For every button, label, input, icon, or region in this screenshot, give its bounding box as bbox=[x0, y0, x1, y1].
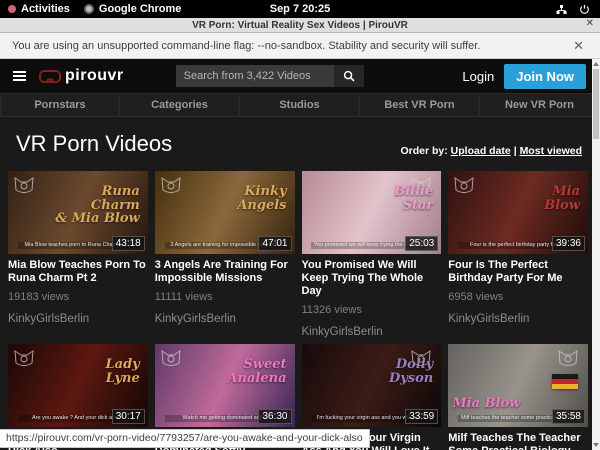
site-header: pirouvr Login Join Now bbox=[0, 59, 600, 93]
studio-logo-icon bbox=[557, 348, 579, 371]
order-most-viewed-link[interactable]: Most viewed bbox=[520, 145, 582, 157]
order-upload-date-link[interactable]: Upload date bbox=[451, 145, 511, 157]
studio-logo-icon bbox=[160, 348, 182, 371]
video-card[interactable]: Mia Blow Four is the perfect birthday pa… bbox=[448, 171, 588, 338]
duration-badge: 35:58 bbox=[552, 409, 585, 424]
video-thumbnail[interactable]: Lady Lyne Are you awake ? And your dick … bbox=[8, 344, 148, 427]
thumbnail-overlay-name: Mia Blow bbox=[452, 397, 520, 411]
thumbnail-overlay-name: Lady Lyne bbox=[106, 358, 140, 385]
video-card[interactable]: Billie Star You promised we will keep tr… bbox=[302, 171, 442, 338]
video-studio-link[interactable]: KinkyGirlsBerlin bbox=[155, 313, 295, 325]
power-icon[interactable] bbox=[579, 4, 590, 15]
thumbnail-overlay-name: Billie Star bbox=[394, 185, 433, 212]
app-menu-button[interactable]: Google Chrome bbox=[84, 3, 182, 15]
search-icon bbox=[343, 70, 355, 82]
video-thumbnail[interactable]: Runa Charm & Mia Blow Mia Blow teaches p… bbox=[8, 171, 148, 254]
video-studio-link[interactable]: KinkyGirlsBerlin bbox=[448, 313, 588, 325]
video-thumbnail[interactable]: Mia Blow Milf teaches the teacher some p… bbox=[448, 344, 588, 427]
video-views: 19183 views bbox=[8, 291, 148, 303]
thumbnail-overlay-name: Kinky Angels bbox=[237, 185, 286, 212]
video-grid: Runa Charm & Mia Blow Mia Blow teaches p… bbox=[0, 169, 600, 450]
video-title[interactable]: 3 Angels Are Training For Impossible Mis… bbox=[155, 259, 295, 285]
activities-button[interactable]: Activities bbox=[8, 3, 70, 15]
vertical-scrollbar[interactable] bbox=[592, 59, 600, 450]
video-thumbnail[interactable]: Mia Blow Four is the perfect birthday pa… bbox=[448, 171, 588, 254]
video-title[interactable]: Milf Teaches The Teacher Some Practical … bbox=[448, 432, 588, 450]
login-link[interactable]: Login bbox=[462, 69, 494, 84]
window-title: VR Porn: Virtual Reality Sex Videos | Pi… bbox=[0, 20, 600, 31]
menu-hamburger-icon[interactable] bbox=[10, 68, 29, 84]
warning-close-icon[interactable]: ✕ bbox=[569, 38, 588, 54]
studio-logo-icon bbox=[160, 175, 182, 198]
video-title[interactable]: Mia Blow Teaches Porn To Runa Charm Pt 2 bbox=[8, 259, 148, 285]
duration-badge: 33:59 bbox=[405, 409, 438, 424]
video-thumbnail[interactable]: Kinky Angels 3 Angels are training for i… bbox=[155, 171, 295, 254]
nav-studios[interactable]: Studios bbox=[240, 93, 360, 117]
scrollbar-up-icon[interactable] bbox=[593, 62, 599, 66]
browser-viewport: pirouvr Login Join Now Pornstars Categor… bbox=[0, 59, 600, 450]
search-input[interactable] bbox=[176, 65, 334, 87]
site-logo-text: pirouvr bbox=[65, 67, 124, 85]
duration-badge: 36:30 bbox=[258, 409, 291, 424]
thumbnail-overlay-name: Runa Charm & Mia Blow bbox=[55, 185, 139, 226]
thumbnail-overlay-name: Dolly Dyson bbox=[389, 358, 433, 385]
scrollbar-thumb[interactable] bbox=[593, 69, 599, 139]
activities-label: Activities bbox=[21, 3, 70, 15]
thumbnail-overlay-name: Sweet Analena bbox=[227, 358, 286, 385]
german-flag-icon bbox=[552, 374, 578, 389]
window-close-icon[interactable]: ✕ bbox=[586, 18, 594, 29]
main-nav: Pornstars Categories Studios Best VR Por… bbox=[0, 93, 600, 117]
vr-goggles-icon bbox=[39, 70, 61, 83]
network-icon[interactable] bbox=[556, 4, 567, 15]
duration-badge: 25:03 bbox=[405, 236, 438, 251]
order-by: Order by: Upload date | Most viewed bbox=[400, 145, 582, 157]
recording-indicator-icon bbox=[8, 5, 16, 13]
duration-badge: 43:18 bbox=[112, 236, 145, 251]
video-views: 11111 views bbox=[155, 291, 295, 303]
video-views: 6958 views bbox=[448, 291, 588, 303]
video-views: 11326 views bbox=[302, 304, 442, 316]
scrollbar-down-icon[interactable] bbox=[593, 443, 599, 447]
chrome-icon bbox=[84, 4, 94, 14]
join-now-button[interactable]: Join Now bbox=[504, 64, 586, 89]
video-card[interactable]: Kinky Angels 3 Angels are training for i… bbox=[155, 171, 295, 338]
window-titlebar[interactable]: VR Porn: Virtual Reality Sex Videos | Pi… bbox=[0, 18, 600, 33]
video-thumbnail[interactable]: Sweet Analena Watch me getting dominated… bbox=[155, 344, 295, 427]
search-button[interactable] bbox=[334, 65, 364, 87]
order-by-label: Order by: bbox=[400, 145, 447, 157]
chrome-warning-bar: You are using an unsupported command-lin… bbox=[0, 33, 600, 59]
video-card[interactable]: Mia Blow Milf teaches the teacher some p… bbox=[448, 344, 588, 450]
duration-badge: 39:36 bbox=[552, 236, 585, 251]
clock[interactable]: Sep 7 20:25 bbox=[270, 3, 331, 15]
nav-best-vr-porn[interactable]: Best VR Porn bbox=[360, 93, 480, 117]
nav-pornstars[interactable]: Pornstars bbox=[0, 93, 120, 117]
studio-logo-icon bbox=[13, 348, 35, 371]
nav-categories[interactable]: Categories bbox=[120, 93, 240, 117]
warning-message: You are using an unsupported command-lin… bbox=[12, 40, 480, 52]
page-title: VR Porn Videos bbox=[16, 131, 172, 157]
search-bar bbox=[176, 65, 364, 87]
order-separator: | bbox=[514, 145, 517, 157]
nav-new-vr-porn[interactable]: New VR Porn bbox=[480, 93, 600, 117]
duration-badge: 30:17 bbox=[112, 409, 145, 424]
app-menu-label: Google Chrome bbox=[99, 3, 182, 15]
video-thumbnail[interactable]: Dolly Dyson I'm fucking your virgin ass … bbox=[302, 344, 442, 427]
video-title[interactable]: Four Is The Perfect Birthday Party For M… bbox=[448, 259, 588, 285]
site-logo[interactable]: pirouvr bbox=[39, 67, 124, 85]
video-title[interactable]: You Promised We Will Keep Trying The Who… bbox=[302, 259, 442, 298]
studio-logo-icon bbox=[13, 175, 35, 198]
video-card[interactable]: Runa Charm & Mia Blow Mia Blow teaches p… bbox=[8, 171, 148, 338]
video-studio-link[interactable]: KinkyGirlsBerlin bbox=[8, 313, 148, 325]
status-bar-url: https://pirouvr.com/vr-porn-video/779325… bbox=[0, 429, 370, 448]
duration-badge: 47:01 bbox=[258, 236, 291, 251]
video-thumbnail[interactable]: Billie Star You promised we will keep tr… bbox=[302, 171, 442, 254]
thumbnail-overlay-name: Mia Blow bbox=[544, 185, 580, 212]
system-top-bar: Activities Google Chrome Sep 7 20:25 bbox=[0, 0, 600, 18]
studio-logo-icon bbox=[453, 175, 475, 198]
video-studio-link[interactable]: KinkyGirlsBerlin bbox=[302, 326, 442, 338]
